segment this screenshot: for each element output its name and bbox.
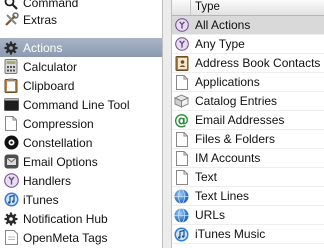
row-label: Text Lines	[195, 189, 250, 203]
list-item-compression[interactable]: Compression	[0, 114, 162, 133]
globe-icon	[172, 207, 191, 223]
list-item-email-options[interactable]: Email Options	[0, 152, 162, 171]
list-item-notification-hub[interactable]: Notification Hub	[0, 209, 162, 228]
table-row[interactable]: All Actions	[172, 16, 324, 35]
table-row[interactable]: URLs	[172, 206, 324, 225]
globe-icon	[172, 188, 191, 204]
list-item-extras[interactable]: Extras	[0, 10, 162, 29]
list-item-label: Handlers	[23, 173, 72, 188]
icon-column-header[interactable]	[172, 0, 191, 15]
split-view-divider[interactable]	[162, 0, 172, 248]
list-item-label: Calculator	[23, 59, 78, 74]
handlers-icon	[3, 173, 19, 189]
action-icon	[172, 18, 191, 32]
list-item-label: Clipboard	[23, 78, 75, 93]
at-sign-icon: @	[174, 111, 189, 129]
email-options-icon	[3, 154, 19, 170]
table-row[interactable]: Text Lines	[172, 187, 324, 206]
document-icon	[172, 131, 191, 147]
document-icon	[172, 74, 191, 90]
list-item-actions[interactable]: Actions	[0, 38, 162, 57]
list-item-label: Command Line Tool	[23, 97, 130, 112]
table-row[interactable]: @ Email Addresses	[172, 111, 324, 130]
itunes-icon	[172, 227, 191, 242]
table-row[interactable]: iTunes Music	[172, 225, 324, 244]
document-icon	[172, 169, 191, 185]
row-label: iTunes Music	[195, 227, 266, 241]
type-column-header[interactable]: Type	[195, 1, 220, 13]
constellation-icon	[3, 135, 19, 151]
table-row[interactable]: Applications	[172, 73, 324, 92]
table-row[interactable]: Catalog Entries	[172, 92, 324, 111]
list-item-label: Command	[23, 0, 79, 10]
list-item-itunes[interactable]: iTunes	[0, 190, 162, 209]
source-list: Command Extras Actions Calculator Clipbo…	[0, 0, 162, 248]
list-item-label: OpenMeta Tags	[23, 230, 108, 245]
list-item-label: Notification Hub	[23, 211, 108, 226]
row-label: Catalog Entries	[195, 94, 278, 108]
list-item-handlers[interactable]: Handlers	[0, 171, 162, 190]
gear-icon	[3, 40, 19, 56]
row-label: Any Type	[195, 37, 245, 51]
calculator-icon	[3, 59, 19, 75]
list-item-openmeta-tags[interactable]: OpenMeta Tags	[0, 228, 162, 247]
row-label: IM Accounts	[195, 151, 261, 165]
row-label: Address Book Contacts	[195, 56, 321, 70]
list-item-label: Extras	[23, 12, 58, 27]
tag-icon	[3, 230, 19, 246]
list-item-clipboard[interactable]: Clipboard	[0, 76, 162, 95]
row-label: URLs	[195, 208, 226, 222]
list-item-calculator[interactable]: Calculator	[0, 57, 162, 76]
table-row[interactable]: Any Type	[172, 35, 324, 54]
list-item-label: Compression	[23, 116, 94, 131]
gear-icon	[3, 211, 19, 227]
list-item-command-line-tool[interactable]: Command Line Tool	[0, 95, 162, 114]
list-item-constellation[interactable]: Constellation	[0, 133, 162, 152]
catalog-icon	[172, 94, 191, 108]
table-row[interactable]: Text	[172, 168, 324, 187]
list-item-label: Constellation	[23, 135, 93, 150]
document-icon	[3, 116, 19, 132]
document-icon	[172, 150, 191, 166]
list-item-label: iTunes	[23, 192, 59, 207]
row-label: All Actions	[195, 18, 251, 32]
list-item-label: Actions	[23, 40, 63, 55]
table-row[interactable]: IM Accounts	[172, 149, 324, 168]
clipboard-icon	[3, 78, 19, 94]
search-icon	[3, 0, 19, 11]
row-label: Applications	[195, 75, 260, 89]
table-row[interactable]: Files & Folders	[172, 130, 324, 149]
row-label: Files & Folders	[195, 132, 276, 146]
itunes-icon	[3, 192, 19, 208]
table-header: Type	[172, 0, 324, 16]
address-book-icon	[172, 55, 191, 71]
terminal-icon	[3, 97, 19, 113]
action-icon	[172, 37, 191, 51]
list-item-label: Email Options	[23, 154, 98, 169]
type-table: Type All Actions Any Type Address Book C…	[172, 0, 324, 248]
row-label: Email Addresses	[195, 113, 285, 127]
tools-icon	[3, 12, 19, 28]
row-label: Text	[195, 170, 218, 184]
table-row[interactable]: Address Book Contacts	[172, 54, 324, 73]
